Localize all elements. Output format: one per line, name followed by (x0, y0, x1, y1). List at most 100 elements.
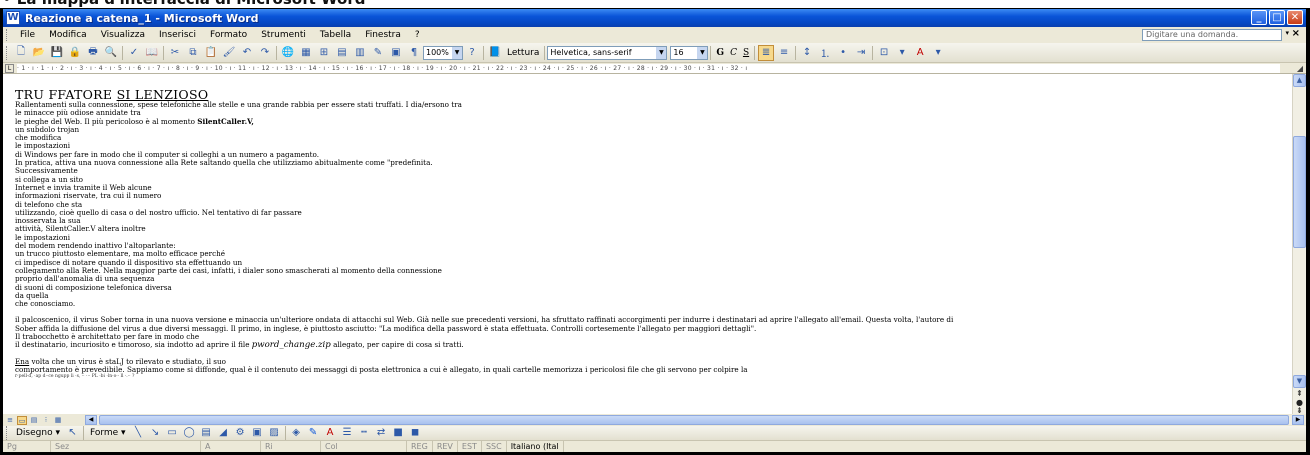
status-ext[interactable]: EST (458, 441, 482, 452)
reading-layout-icon[interactable]: 📘 (487, 45, 503, 61)
arrow-icon[interactable]: ↘ (148, 427, 163, 439)
document-area[interactable]: TRU FFATORE SI LENZIOSO Rallentamenti su… (3, 74, 1292, 414)
arrow-style-icon[interactable]: ⇄ (374, 427, 389, 439)
line-icon[interactable]: ╲ (131, 427, 146, 439)
hyperlink-icon[interactable]: 🌐 (280, 45, 296, 61)
paste-icon[interactable]: 📋 (203, 45, 219, 61)
chevron-down-icon[interactable]: ▼ (697, 46, 708, 59)
scroll-down-icon[interactable]: ▼ (1293, 375, 1306, 388)
menu-tabella[interactable]: Tabella (313, 30, 358, 40)
menu-modifica[interactable]: Modifica (42, 30, 94, 40)
autoshapes-menu-button[interactable]: Forme ▾ (86, 428, 130, 438)
bullets-icon[interactable]: • (835, 45, 851, 61)
scroll-right-icon[interactable]: ▶ (1292, 415, 1304, 425)
drawing-icon[interactable]: ✎ (370, 45, 386, 61)
normal-view-icon[interactable]: ≡ (5, 416, 15, 425)
line-color-icon[interactable]: ✎ (306, 427, 321, 439)
save-icon[interactable]: 💾 (49, 45, 65, 61)
horizontal-scrollbar[interactable]: ◀ ▶ (85, 415, 1304, 425)
picture-icon[interactable]: ▨ (267, 427, 282, 439)
previous-page-icon[interactable]: ⇞ (1296, 389, 1303, 398)
italic-button[interactable]: C (727, 48, 740, 58)
reading-view-icon[interactable]: ▦ (53, 416, 63, 425)
show-hide-marks-icon[interactable]: ¶ (406, 45, 422, 61)
spelling-icon[interactable]: ✓ (126, 45, 142, 61)
status-language[interactable]: Italiano (Ital (507, 441, 564, 452)
new-document-icon[interactable]: 🗋 (13, 45, 29, 61)
diagram-icon[interactable]: ⚙ (233, 427, 248, 439)
undo-icon[interactable]: ↶ (239, 45, 255, 61)
document-map-icon[interactable]: ▣ (388, 45, 404, 61)
tab-selector-icon[interactable]: L (5, 64, 14, 73)
oval-icon[interactable]: ◯ (182, 427, 197, 439)
help-icon[interactable]: ? (464, 45, 480, 61)
web-layout-icon[interactable]: ▭ (17, 415, 27, 425)
zoom-combo[interactable]: 100% ▼ (423, 45, 463, 60)
menu-finestra[interactable]: Finestra (358, 30, 408, 40)
horizontal-scroll-thumb[interactable] (99, 415, 1289, 425)
underline-button[interactable]: S (740, 48, 752, 58)
print-icon[interactable]: 🖶 (85, 45, 101, 61)
ask-question-input[interactable]: Digitare una domanda. (1142, 29, 1282, 41)
format-painter-icon[interactable]: 🖌 (221, 45, 237, 61)
menu-formato[interactable]: Formato (203, 30, 254, 40)
shadow-style-icon[interactable]: ■ (391, 427, 406, 439)
font-size-combo[interactable]: 16 ▼ (670, 45, 709, 60)
document-close-button[interactable]: × (1292, 28, 1300, 39)
open-folder-icon[interactable]: 📂 (31, 45, 47, 61)
chevron-down-icon[interactable]: ▼ (656, 46, 667, 59)
drawing-toolbar-grip[interactable] (6, 426, 9, 440)
3d-style-icon[interactable]: ◼ (408, 427, 423, 439)
toolbar-grip-handle[interactable] (6, 45, 9, 60)
word-app-icon[interactable]: W (6, 11, 20, 25)
vertical-scrollbar[interactable]: ▲ ▼ ⇞ ● ⇟ (1292, 74, 1306, 415)
print-preview-icon[interactable]: 🔍 (103, 45, 119, 61)
font-color-icon[interactable]: A (912, 45, 928, 61)
text-box-icon[interactable]: ▤ (199, 427, 214, 439)
font-color-icon[interactable]: A (323, 427, 338, 439)
permission-icon[interactable]: 🔒 (67, 45, 83, 61)
research-icon[interactable]: 📖 (144, 45, 160, 61)
justify-icon[interactable]: ≡ (776, 45, 792, 61)
outline-view-icon[interactable]: ⁝ (41, 416, 51, 425)
reading-layout-button[interactable]: Lettura (504, 48, 542, 58)
menu-file[interactable]: File (13, 30, 42, 40)
chevron-down-icon[interactable]: ▼ (452, 46, 462, 59)
tables-borders-icon[interactable]: ▦ (298, 45, 314, 61)
align-left-icon[interactable]: ≣ (758, 44, 775, 61)
menu-grip-handle[interactable] (6, 29, 9, 41)
fill-color-icon[interactable]: ◈ (289, 427, 304, 439)
ask-dropdown-arrow-icon[interactable]: ▾ (1285, 29, 1289, 37)
toolbar-options-icon[interactable]: ▾ (930, 45, 946, 61)
wordart-icon[interactable]: ◢ (216, 427, 231, 439)
select-objects-icon[interactable]: ↖ (65, 427, 80, 439)
horizontal-ruler[interactable]: L · 1 · ı · 1 · ı · 2 · ı · 3 · ı · 4 · … (3, 63, 1306, 74)
menu-inserisci[interactable]: Inserisci (152, 30, 203, 40)
status-ovr[interactable]: SSC (482, 441, 507, 452)
scroll-left-icon[interactable]: ◀ (85, 415, 97, 425)
cut-icon[interactable]: ✂ (167, 45, 183, 61)
print-layout-icon[interactable]: ▤ (29, 416, 39, 425)
menu-strumenti[interactable]: Strumenti (254, 30, 313, 40)
title-bar[interactable]: W Reazione a catena_1 - Microsoft Word _… (3, 9, 1306, 27)
status-trk[interactable]: REV (433, 441, 458, 452)
minimize-button[interactable]: _ (1251, 10, 1267, 25)
dash-style-icon[interactable]: ┅ (357, 427, 372, 439)
redo-icon[interactable]: ↷ (257, 45, 273, 61)
maximize-button[interactable]: □ (1269, 10, 1285, 25)
line-spacing-icon[interactable]: ↕ (799, 45, 815, 61)
highlight-icon[interactable]: ▾ (894, 45, 910, 61)
line-style-icon[interactable]: ☰ (340, 427, 355, 439)
font-combo[interactable]: Helvetica, sans-serif ▼ (547, 45, 668, 60)
status-rec[interactable]: REG (407, 441, 433, 452)
document-body[interactable]: TRU FFATORE SI LENZIOSO Rallentamenti su… (15, 88, 1280, 380)
numbering-icon[interactable]: ⒈ (817, 45, 833, 61)
clip-art-icon[interactable]: ▣ (250, 427, 265, 439)
copy-icon[interactable]: ⧉ (185, 45, 201, 61)
columns-icon[interactable]: ▥ (352, 45, 368, 61)
scroll-up-icon[interactable]: ▲ (1293, 74, 1306, 87)
close-button[interactable]: ✕ (1287, 10, 1303, 25)
menu-visualizza[interactable]: Visualizza (94, 30, 152, 40)
borders-icon[interactable]: ⊡ (876, 45, 892, 61)
insert-excel-icon[interactable]: ▤ (334, 45, 350, 61)
